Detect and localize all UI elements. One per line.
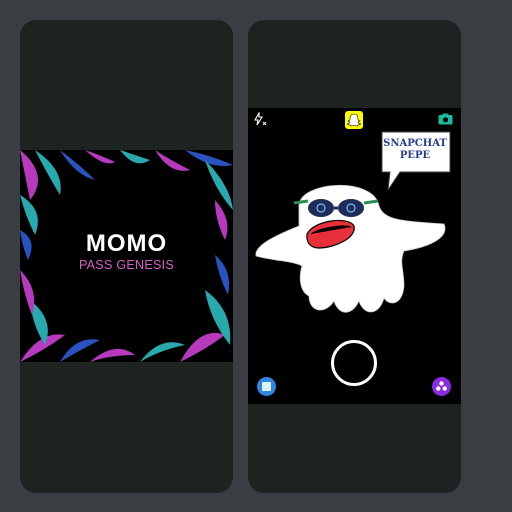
momo-subtitle: PASS GENESIS — [78, 258, 175, 272]
camera-flip-icon[interactable] — [438, 113, 453, 125]
speech-line-1: SNAPCHAT — [383, 138, 447, 149]
phone-frame-left: MOMO PASS GENESIS — [20, 20, 233, 493]
speech-bubble-text: SNAPCHAT PEPE — [381, 138, 449, 162]
lenses-icon[interactable] — [432, 377, 451, 396]
momo-pass-card[interactable]: MOMO PASS GENESIS — [20, 150, 233, 362]
phone-frame-right: SNAPCHAT PEPE — [248, 20, 461, 493]
momo-title: MOMO — [85, 230, 168, 257]
snapchat-camera-screen: SNAPCHAT PEPE — [248, 108, 461, 404]
pepe-ghost-drawing — [255, 184, 446, 313]
memories-icon[interactable] — [257, 377, 276, 396]
flash-off-icon[interactable] — [253, 112, 267, 126]
speech-line-2: PEPE — [399, 150, 431, 161]
snapchat-ghost-icon[interactable] — [345, 111, 363, 129]
shutter-button[interactable] — [331, 340, 377, 386]
